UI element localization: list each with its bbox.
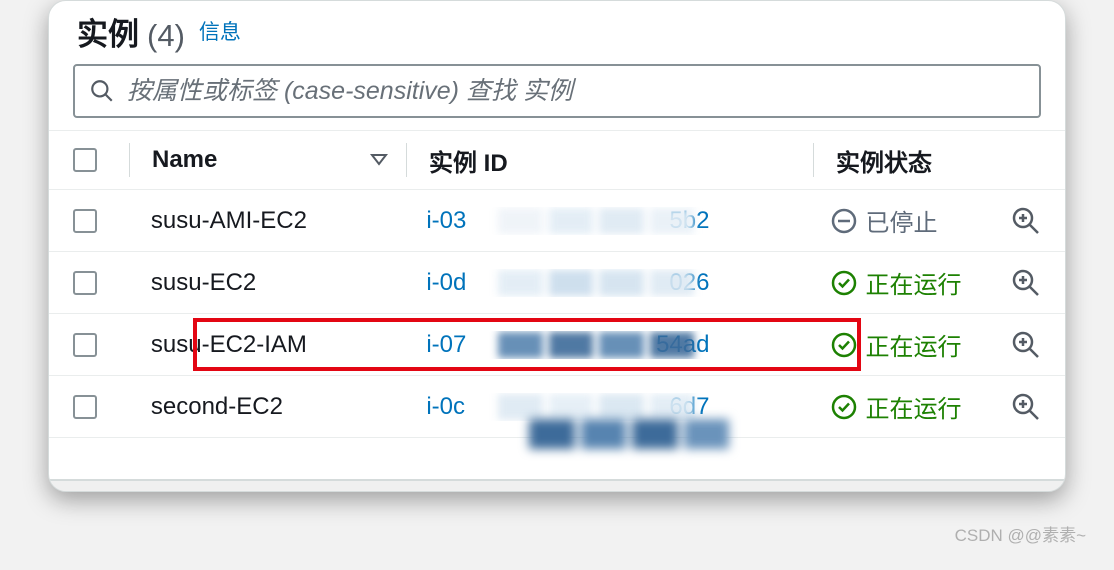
search-box[interactable]: [73, 64, 1041, 118]
table-row[interactable]: susu-EC2-IAMi-0754ad 正在运行: [49, 314, 1065, 376]
cell-action[interactable]: [1001, 330, 1041, 360]
magnify-plus-icon: [1011, 330, 1041, 360]
cell-name: second-EC2: [129, 393, 404, 421]
column-header-id[interactable]: 实例 ID: [407, 143, 813, 178]
id-prefix: i-07: [426, 331, 466, 359]
row-select-cell: [73, 333, 129, 357]
row-checkbox[interactable]: [73, 209, 97, 233]
table-row[interactable]: susu-AMI-EC2i-035b2 已停止: [49, 190, 1065, 252]
search-container: [49, 64, 1065, 130]
id-prefix: i-03: [426, 207, 466, 235]
select-all-checkbox[interactable]: [73, 148, 97, 172]
running-icon: [831, 270, 857, 296]
state-label: 已停止: [865, 203, 937, 238]
search-input[interactable]: [127, 77, 1025, 106]
id-prefix: i-0d: [426, 269, 466, 297]
table-body: susu-AMI-EC2i-035b2 已停止 susu-EC2i-0d026 正在运…: [49, 190, 1065, 438]
row-checkbox[interactable]: [73, 271, 97, 295]
cell-name: susu-EC2: [129, 269, 404, 297]
cell-instance-id[interactable]: i-0c6d7: [404, 393, 809, 421]
cell-instance-id[interactable]: i-0754ad: [404, 331, 809, 359]
cell-state: 正在运行: [809, 265, 1001, 300]
state-label: 正在运行: [865, 389, 961, 424]
column-header-id-label: 实例 ID: [429, 143, 508, 178]
redacted-id: [498, 269, 694, 297]
redacted-id: [498, 331, 694, 359]
magnify-plus-icon: [1011, 392, 1041, 422]
table-header-row: Name 实例 ID 实例状态: [49, 130, 1065, 190]
cell-name: susu-AMI-EC2: [129, 207, 404, 235]
panel-header: 实例 (4) 信息: [49, 1, 1065, 64]
state-label: 正在运行: [865, 327, 961, 362]
state-label: 正在运行: [865, 265, 961, 300]
column-header-state-label: 实例状态: [836, 143, 932, 178]
cell-action[interactable]: [1001, 206, 1041, 236]
cell-instance-id[interactable]: i-035b2: [404, 207, 809, 235]
search-icon: [89, 78, 115, 104]
instances-panel: 实例 (4) 信息 Name 实例 ID: [48, 0, 1066, 492]
select-all-cell: [73, 148, 129, 172]
row-checkbox[interactable]: [73, 395, 97, 419]
info-link[interactable]: 信息: [199, 16, 241, 46]
id-prefix: i-0c: [426, 393, 465, 421]
cell-action[interactable]: [1001, 392, 1041, 422]
cell-state: 正在运行: [809, 327, 1001, 362]
column-header-name-label: Name: [152, 146, 217, 174]
running-icon: [831, 394, 857, 420]
instance-count: (4): [147, 18, 185, 54]
table-row[interactable]: susu-EC2i-0d026 正在运行: [49, 252, 1065, 314]
row-select-cell: [73, 209, 129, 233]
column-header-state[interactable]: 实例状态: [814, 143, 1006, 178]
redacted-overflow: [529, 419, 729, 449]
bottom-scrollbar[interactable]: [49, 479, 1065, 491]
redacted-id: [498, 393, 694, 421]
cell-instance-id[interactable]: i-0d026: [404, 269, 809, 297]
cell-state: 已停止: [809, 203, 1001, 238]
magnify-plus-icon: [1011, 206, 1041, 236]
row-select-cell: [73, 271, 129, 295]
cell-name: susu-EC2-IAM: [129, 331, 404, 359]
magnify-plus-icon: [1011, 268, 1041, 298]
stopped-icon: [831, 208, 857, 234]
redacted-id: [498, 207, 694, 235]
row-select-cell: [73, 395, 129, 419]
cell-action[interactable]: [1001, 268, 1041, 298]
row-checkbox[interactable]: [73, 333, 97, 357]
sort-icon: [370, 146, 388, 174]
cell-state: 正在运行: [809, 389, 1001, 424]
watermark: CSDN @@素素~: [955, 521, 1086, 546]
running-icon: [831, 332, 857, 358]
instances-table: Name 实例 ID 实例状态 susu-AMI-EC2i-035b2已停止su…: [49, 130, 1065, 438]
page-title: 实例: [77, 9, 139, 54]
column-header-name[interactable]: Name: [130, 146, 406, 174]
